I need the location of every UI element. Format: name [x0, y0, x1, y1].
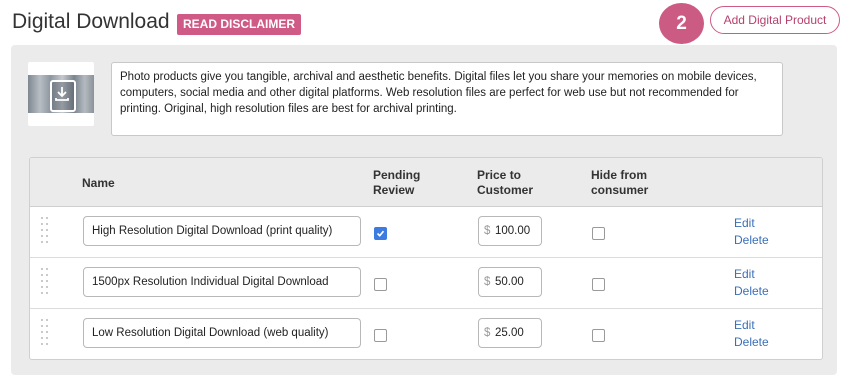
price-input[interactable]: $ 25.00	[478, 318, 542, 348]
drag-handle-icon[interactable]	[41, 268, 51, 298]
price-value: 50.00	[495, 276, 524, 288]
hide-from-consumer-checkbox[interactable]	[592, 329, 605, 342]
edit-link[interactable]: Edit	[734, 216, 755, 230]
hide-from-consumer-checkbox[interactable]	[592, 278, 605, 291]
pending-review-checkbox[interactable]	[374, 278, 387, 291]
intro-text: Photo products give you tangible, archiv…	[111, 62, 783, 136]
product-name-input[interactable]: 1500px Resolution Individual Digital Dow…	[83, 267, 361, 297]
delete-link[interactable]: Delete	[734, 284, 769, 298]
currency-symbol: $	[484, 276, 491, 288]
download-image-icon	[28, 62, 94, 126]
currency-symbol: $	[484, 327, 491, 339]
table-row: 1500px Resolution Individual Digital Dow…	[30, 258, 822, 309]
product-name-input[interactable]: Low Resolution Digital Download (web qua…	[83, 318, 361, 348]
add-digital-product-button[interactable]: Add Digital Product	[710, 6, 840, 34]
column-header-name: Name	[82, 176, 115, 190]
price-input[interactable]: $ 100.00	[478, 216, 542, 246]
digital-products-table: Name Pending Review Price to Customer Hi…	[29, 157, 823, 360]
step-number-badge: 2	[659, 3, 704, 44]
edit-link[interactable]: Edit	[734, 318, 755, 332]
price-value: 25.00	[495, 327, 524, 339]
pending-review-checkbox[interactable]	[374, 329, 387, 342]
hide-from-consumer-checkbox[interactable]	[592, 227, 605, 240]
table-row: Low Resolution Digital Download (web qua…	[30, 309, 822, 359]
column-header-price: Price to Customer	[477, 168, 534, 197]
read-disclaimer-badge[interactable]: READ DISCLAIMER	[177, 14, 302, 35]
product-name-input[interactable]: High Resolution Digital Download (print …	[83, 216, 361, 246]
drag-handle-icon[interactable]	[41, 319, 51, 349]
drag-handle-icon[interactable]	[41, 217, 51, 247]
edit-link[interactable]: Edit	[734, 267, 755, 281]
delete-link[interactable]: Delete	[734, 233, 769, 247]
delete-link[interactable]: Delete	[734, 335, 769, 349]
table-row: High Resolution Digital Download (print …	[30, 207, 822, 258]
currency-symbol: $	[484, 225, 491, 237]
column-header-pending-review: Pending Review	[373, 168, 421, 197]
price-value: 100.00	[495, 225, 531, 237]
page-title: Digital Download	[12, 10, 170, 33]
pending-review-checkbox[interactable]	[374, 227, 387, 240]
table-header: Name Pending Review Price to Customer Hi…	[30, 158, 822, 207]
column-header-hide: Hide from consumer	[591, 168, 649, 197]
price-input[interactable]: $ 50.00	[478, 267, 542, 297]
